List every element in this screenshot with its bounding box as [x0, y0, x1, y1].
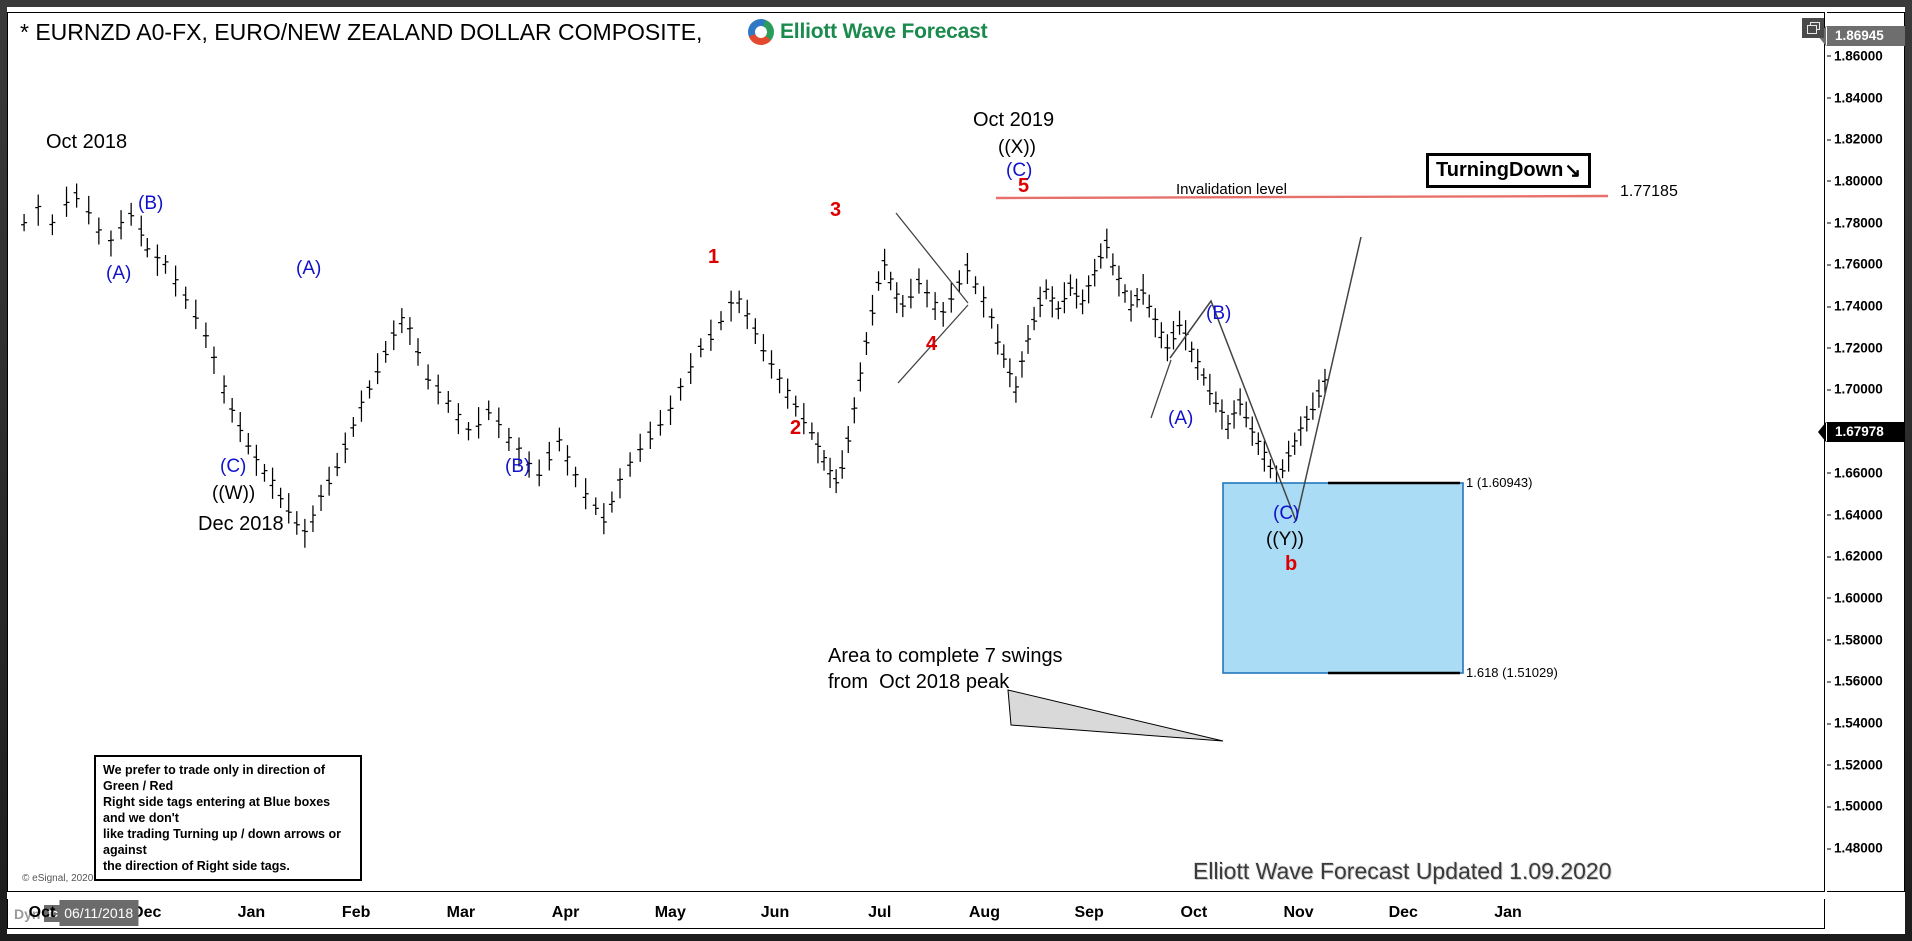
page-title: * EURNZD A0-FX, EURO/NEW ZEALAND DOLLAR …	[20, 19, 703, 45]
price-tick: 1.70000	[1827, 382, 1883, 397]
last-price-marker: 1.67978	[1818, 421, 1905, 442]
price-tick: 1.60000	[1827, 590, 1883, 605]
time-tick: Oct	[1180, 904, 1208, 921]
label-impulse-4: 4	[926, 333, 938, 355]
price-tick: 1.48000	[1827, 841, 1883, 856]
price-tick: 1.78000	[1827, 215, 1883, 230]
label-wave-c-3: (C)	[1273, 503, 1300, 524]
fib-label-bottom: 1.618 (1.51029)	[1466, 665, 1558, 680]
price-tick: 1.80000	[1827, 173, 1883, 188]
time-tick: Aug	[968, 904, 1000, 921]
time-tick: May	[654, 904, 686, 921]
turning-down-badge[interactable]: TurningDown ↘	[1426, 153, 1592, 188]
price-tick: 1.54000	[1827, 716, 1883, 731]
time-tick: Jul	[868, 904, 892, 921]
label-wave-a-1: (A)	[106, 263, 132, 284]
price-tick: 1.56000	[1827, 674, 1883, 689]
price-tick: 1.66000	[1827, 465, 1883, 480]
period-high-marker: 1.86945	[1818, 26, 1905, 47]
time-tick: Jun	[760, 904, 790, 921]
label-wave-w: ((W))	[212, 483, 256, 504]
invalidation-line	[995, 194, 1609, 200]
label-wave-b-3: (B)	[1206, 303, 1232, 324]
label-impulse-1: 1	[708, 246, 720, 268]
label-wave-b-1: (B)	[138, 193, 164, 214]
label-wave-b-red: b	[1285, 553, 1298, 575]
fib-label-top: 1 (1.60943)	[1466, 475, 1533, 490]
time-axis[interactable]: Dyn fc Oct Dec Jan Feb Mar Apr May Jun Jul Aug Sep…	[7, 899, 1825, 929]
time-tick: Feb	[341, 904, 371, 921]
restore-window-icon[interactable]	[1802, 18, 1824, 38]
invalidation-price: 1.77185	[1620, 183, 1678, 200]
label-wave-c-2: (C)	[1006, 160, 1033, 181]
price-tick: 1.74000	[1827, 299, 1883, 314]
label-oct-2019: Oct 2019	[973, 109, 1055, 131]
chart-plot-area[interactable]: * EURNZD A0-FX, EURO/NEW ZEALAND DOLLAR …	[7, 12, 1825, 892]
label-impulse-2: 2	[790, 417, 802, 439]
price-tick: 1.58000	[1827, 632, 1883, 647]
time-tick: Apr	[551, 904, 580, 921]
chart-title-bar: * EURNZD A0-FX, EURO/NEW ZEALAND DOLLAR …	[8, 13, 1824, 47]
blue-target-box	[1222, 482, 1464, 674]
price-tick: 1.84000	[1827, 90, 1883, 105]
price-tick: 1.86000	[1827, 48, 1883, 63]
label-wave-c-1: (C)	[220, 456, 247, 477]
brand-name-label: Elliott Wave Forecast	[780, 20, 988, 43]
time-tick: Jan	[1494, 904, 1522, 921]
area-note-label: Area to complete 7 swings from Oct 2018 …	[828, 645, 1063, 693]
window-frame: * EURNZD A0-FX, EURO/NEW ZEALAND DOLLAR …	[0, 0, 1912, 941]
label-impulse-3: 3	[830, 199, 842, 221]
turning-down-arrow-icon: ↘	[1564, 160, 1582, 182]
price-marker-arrow-icon	[1818, 421, 1826, 442]
disclaimer-box: We prefer to trade only in direction of …	[94, 755, 362, 881]
price-tick: 1.76000	[1827, 257, 1883, 272]
label-wave-a-3: (A)	[1168, 408, 1194, 429]
label-oct-2018: Oct 2018	[46, 131, 128, 153]
time-tick: Jan	[237, 904, 266, 921]
label-wave-y: ((Y))	[1266, 529, 1304, 550]
turning-down-label: TurningDown	[1436, 159, 1564, 181]
copyright-label: © eSignal, 2020	[22, 873, 94, 884]
label-wave-x: ((X))	[998, 137, 1036, 158]
update-watermark: Elliott Wave Forecast Updated 1.09.2020	[1193, 858, 1612, 884]
time-tick: Nov	[1283, 904, 1314, 921]
label-dec-2018: Dec 2018	[198, 513, 284, 535]
price-axis[interactable]: 1.86000 1.84000 1.82000 1.80000 1.78000 1.760…	[1818, 12, 1905, 892]
time-axis-highlight[interactable]: 06/11/2018	[59, 900, 139, 926]
label-wave-a-2: (A)	[296, 258, 322, 279]
price-tick: 1.50000	[1827, 799, 1883, 814]
time-tick: Sep	[1074, 904, 1104, 921]
time-tick: Mar	[446, 904, 476, 921]
elliott-wave-swirl-logo-icon	[748, 19, 774, 45]
forecast-path-up	[1295, 236, 1362, 522]
price-tick: 1.72000	[1827, 340, 1883, 355]
time-tick: Oct	[28, 904, 56, 921]
price-tick: 1.82000	[1827, 132, 1883, 147]
price-tick: 1.62000	[1827, 549, 1883, 564]
brand-logo-group: Elliott Wave Forecast	[748, 19, 988, 45]
price-tick: 1.64000	[1827, 507, 1883, 522]
time-tick: Dec	[1388, 904, 1418, 921]
callout-arrow	[1007, 689, 1224, 742]
invalidation-label: Invalidation level	[1176, 181, 1287, 198]
price-tick: 1.52000	[1827, 757, 1883, 772]
label-wave-b-2: (B)	[505, 456, 531, 477]
